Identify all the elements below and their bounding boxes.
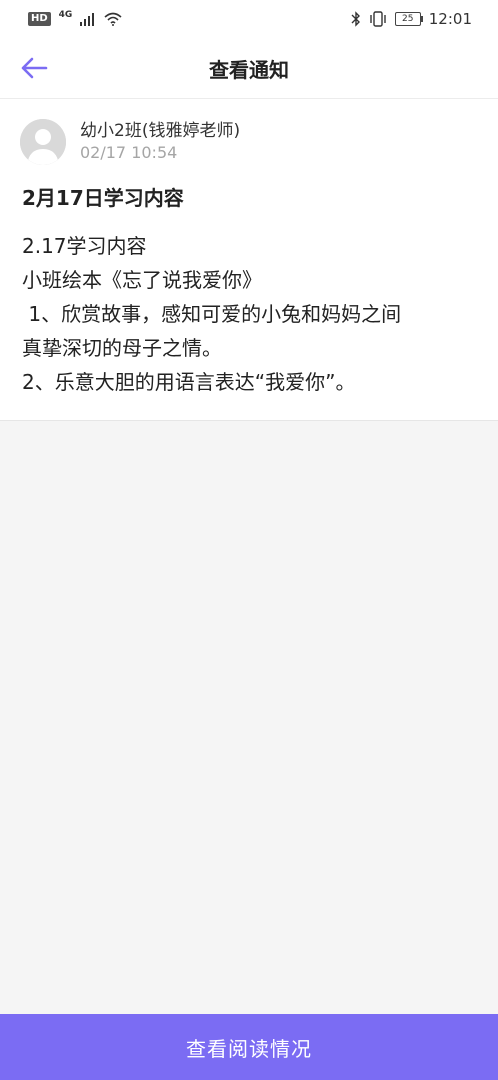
arrow-left-icon — [21, 57, 48, 79]
notice-line: 2.17学习内容 — [22, 234, 147, 258]
notice-line: 小班绘本《忘了说我爱你》 — [22, 268, 262, 292]
author-name: 幼小2班(钱雅婷老师) — [80, 121, 241, 141]
avatar — [20, 119, 66, 165]
status-time: 12:01 — [428, 10, 472, 28]
notice-line: 2、乐意大胆的用语言表达“我爱你”。 — [22, 370, 356, 394]
hd-badge: HD — [28, 12, 51, 26]
author-meta: 幼小2班(钱雅婷老师) 02/17 10:54 — [80, 120, 240, 164]
notice-body: 2.17学习内容 小班绘本《忘了说我爱你》 1、欣赏故事，感知可爱的小兔和妈妈之… — [22, 229, 476, 399]
notice-line: 1、欣赏故事，感知可爱的小兔和妈妈之间 — [22, 302, 402, 326]
status-left: HD 4G — [28, 10, 122, 26]
network-type: 4G — [58, 10, 73, 20]
battery-level: 25 — [402, 14, 414, 24]
wifi-icon — [104, 12, 122, 26]
status-bar: HD 4G 25 12:01 — [0, 0, 498, 38]
battery-indicator: 25 — [394, 12, 423, 26]
notice-card: 幼小2班(钱雅婷老师) 02/17 10:54 2月17日学习内容 2.17学习… — [0, 99, 498, 421]
bluetooth-icon — [351, 11, 360, 27]
post-time: 02/17 10:54 — [80, 143, 178, 162]
app-header: 查看通知 — [0, 38, 498, 99]
signal-icon — [80, 13, 95, 26]
view-read-status-button[interactable]: 查看阅读情况 — [0, 1014, 498, 1080]
vibrate-icon — [370, 11, 386, 27]
status-right: 25 12:01 — [351, 10, 472, 28]
default-avatar-icon — [20, 119, 66, 165]
author-row: 幼小2班(钱雅婷老师) 02/17 10:54 — [20, 117, 478, 167]
notice-line: 真挚深切的母子之情。 — [22, 336, 222, 360]
page-title: 查看通知 — [209, 57, 289, 82]
notice-title: 2月17日学习内容 — [22, 186, 184, 210]
back-button[interactable] — [16, 50, 52, 86]
